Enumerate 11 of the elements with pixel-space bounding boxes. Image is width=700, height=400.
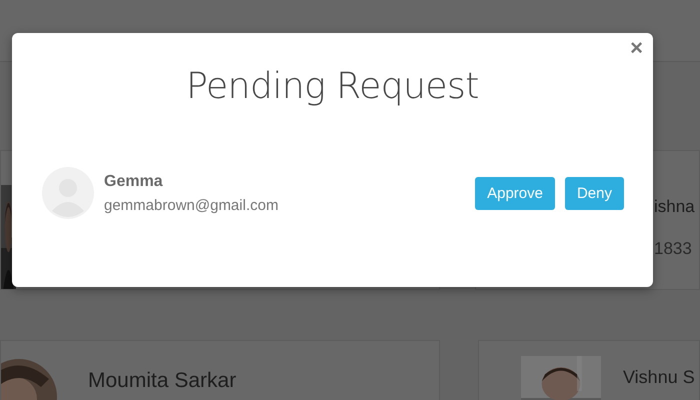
- member-name: ishna: [654, 197, 695, 217]
- member-name: Vishnu S: [623, 367, 695, 388]
- member-name: Moumita Sarkar: [88, 369, 236, 393]
- requester-name: Gemma: [104, 172, 164, 190]
- close-button[interactable]: ×: [626, 36, 647, 60]
- action-button[interactable]: Approve: [475, 176, 555, 210]
- avatar-icon: [42, 167, 94, 219]
- dialog-title: Pending Request: [186, 65, 479, 109]
- member-detail: 1833: [654, 239, 693, 259]
- requester-email: gemmabrown@gmail.com: [104, 196, 280, 214]
- action-button[interactable]: Deny: [564, 176, 624, 210]
